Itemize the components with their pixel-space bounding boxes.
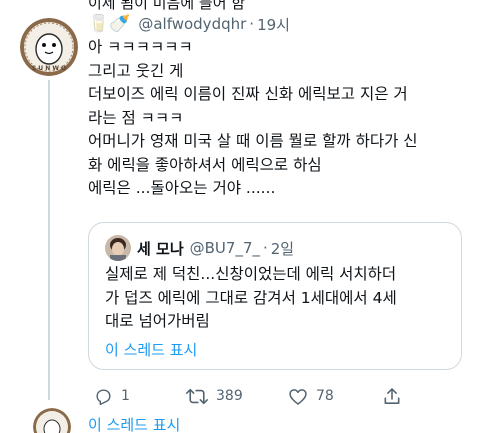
avatar-image: S U N W O: [20, 18, 78, 76]
share-button[interactable]: [382, 384, 402, 408]
quoted-body-line: 실제로 제 덕친...신창이었는데 에릭 서치하더: [105, 265, 397, 283]
previous-tweet-cut: 이제 됨이 미음에 들어 함: [0, 0, 480, 12]
tweet-body-line: 에릭은 ...돌아오는 거야 ......: [88, 179, 276, 197]
display-name-emojis[interactable]: 🥛🍼: [88, 14, 130, 34]
retweet-button[interactable]: 389: [186, 384, 243, 408]
tweet-action-bar: 1 389 78: [88, 384, 468, 408]
like-button[interactable]: 78: [288, 384, 334, 408]
quoted-body-line: 대로 넘어가버림: [105, 312, 210, 330]
header-separator: ·: [249, 15, 255, 33]
show-thread-link[interactable]: 이 스레드 표시: [88, 414, 180, 433]
quoted-tweet-header: 세 모나 @BU7_7_ · 2일: [137, 237, 294, 259]
tweet-body-line: 화 에릭을 좋아하셔서 에릭으로 하심: [88, 155, 322, 174]
reply-icon: [96, 388, 111, 405]
author-handle[interactable]: @alfwodydqhr: [138, 15, 246, 33]
thread-avatar[interactable]: [33, 408, 71, 433]
tweet-body-line: 더보이즈 에릭 이름이 진짜 신화 에릭보고 지은 거: [88, 85, 408, 103]
quoted-header-separator: ·: [262, 239, 268, 257]
tweet-body-line: 어머니가 영재 미국 살 때 이름 뭘로 할까 하다가 신: [88, 132, 418, 150]
quoted-tweet-body: 실제로 제 덕친...신창이었는데 에릭 서치하더 가 덥즈 에릭에 그대로 감…: [105, 263, 455, 334]
like-count: 78: [316, 388, 334, 404]
quoted-tweet-time: 2일: [270, 239, 295, 258]
retweet-count: 389: [216, 388, 243, 404]
svg-text:S U N W O: S U N W O: [32, 65, 66, 72]
tweet-time[interactable]: 19시: [257, 14, 290, 35]
quoted-tweet[interactable]: 세 모나 @BU7_7_ · 2일 실제로 제 덕친...신창이었는데 에릭 서…: [88, 222, 462, 370]
quoted-body-line: 가 덥즈 에릭에 그대로 감겨서 1세대에서 4세: [105, 288, 397, 307]
quoted-author-name: 세 모나: [137, 239, 184, 258]
quoted-author-handle: @BU7_7_: [189, 239, 260, 257]
tweet-body-line: 아 ㅋㅋㅋㅋㅋㅋ: [88, 38, 193, 56]
tweet-body-line: 라는 점 ㅋㅋㅋ: [88, 108, 184, 127]
share-icon: [384, 387, 400, 404]
thread-connector-line: [48, 80, 50, 400]
reply-button[interactable]: 1: [94, 384, 130, 408]
author-avatar[interactable]: S U N W O: [20, 18, 78, 76]
tweet-body: 아 ㅋㅋㅋㅋㅋㅋ 그리고 웃긴 게 더보이즈 에릭 이름이 진짜 신화 에릭보고…: [88, 36, 470, 201]
retweet-icon: [186, 388, 208, 404]
thread-avatar-image: [33, 408, 71, 433]
quoted-show-thread-link[interactable]: 이 스레드 표시: [105, 339, 197, 360]
tweet-header: 🥛🍼 @alfwodydqhr · 19시: [88, 12, 290, 36]
reply-count: 1: [121, 388, 130, 404]
tweet-body-line: 그리고 웃긴 게: [88, 61, 184, 80]
heart-icon: [289, 388, 307, 405]
quoted-avatar-image: [105, 235, 131, 261]
quoted-author-avatar: [105, 235, 131, 261]
